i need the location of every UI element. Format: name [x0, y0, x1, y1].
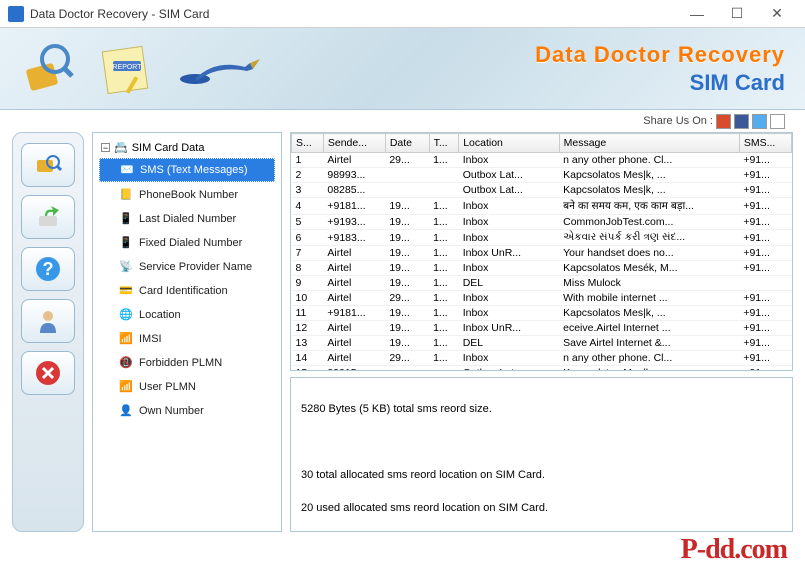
tree-item-icon: 💳: [119, 284, 133, 298]
recover-button[interactable]: [21, 195, 75, 239]
scan-button[interactable]: [21, 143, 75, 187]
tree-item-label: Own Number: [139, 405, 204, 417]
table-row[interactable]: 10Airtel29...1...InboxWith mobile intern…: [292, 291, 792, 306]
table-row[interactable]: 1509015Outbox LatKancsolatos Mes|k+91: [292, 366, 792, 372]
sim-magnifier-icon: [20, 41, 80, 96]
tree-item-2[interactable]: 📱 Last Dialed Number: [99, 208, 275, 230]
brand-subtitle: SIM Card: [535, 70, 785, 96]
tree-panel: − 📇 SIM Card Data ✉️ SMS (Text Messages) 📒…: [92, 132, 282, 532]
tree-root-label: SIM Card Data: [132, 142, 205, 154]
tree-item-8[interactable]: 📵 Forbidden PLMN: [99, 352, 275, 374]
tree-item-9[interactable]: 📶 User PLMN: [99, 376, 275, 398]
tree-item-icon: 📱: [119, 236, 133, 250]
col-header[interactable]: Message: [559, 134, 739, 153]
details-panel: 5280 Bytes (5 KB) total sms reord size. …: [290, 377, 793, 532]
pen-icon: [175, 49, 265, 89]
maximize-button[interactable]: ☐: [717, 0, 757, 28]
table-row[interactable]: 9Airtel19...1...DEL Miss Mulock: [292, 276, 792, 291]
table-row[interactable]: 308285...Outbox Lat...Kapcsolatos Mes|k,…: [292, 183, 792, 198]
details-used: 20 used allocated sms reord location on …: [301, 500, 782, 517]
svg-text:?: ?: [43, 259, 54, 279]
svg-text:REPORT: REPORT: [112, 64, 142, 71]
tree-item-icon: 🌐: [119, 308, 133, 322]
tree-item-icon: 📶: [119, 332, 133, 346]
tree-item-label: Location: [139, 309, 181, 321]
table-row[interactable]: 6+9183...19...1...Inboxએકવાર સંપર્ક કરી …: [292, 230, 792, 246]
app-icon: [8, 6, 24, 22]
facebook-icon[interactable]: [734, 114, 749, 129]
help-button[interactable]: ?: [21, 247, 75, 291]
tree-item-icon: 👤: [119, 404, 133, 418]
sim-icon: 📇: [114, 141, 128, 154]
tree-item-label: Card Identification: [139, 285, 228, 297]
table-row[interactable]: 11+9181...19...1...InboxKapcsolatos Mes|…: [292, 306, 792, 321]
main-area: ? − 📇 SIM Card Data ✉️ SMS (Text Messages…: [0, 132, 805, 532]
table-row[interactable]: 12Airtel19...1...Inbox UnR...eceive.Airt…: [292, 321, 792, 336]
collapse-icon[interactable]: −: [101, 143, 110, 152]
tree-item-7[interactable]: 📶 IMSI: [99, 328, 275, 350]
tree-item-label: PhoneBook Number: [139, 189, 238, 201]
tree-item-10[interactable]: 👤 Own Number: [99, 400, 275, 422]
table-row[interactable]: 7Airtel19...1...Inbox UnR...Your handset…: [292, 246, 792, 261]
share-strip: Share Us On :: [0, 110, 805, 132]
table-row[interactable]: 298993...Outbox Lat...Kapcsolatos Mes|k,…: [292, 168, 792, 183]
tree-item-label: Forbidden PLMN: [139, 357, 222, 369]
tree-item-icon: 📱: [119, 212, 133, 226]
tree-item-icon: 📡: [119, 260, 133, 274]
tree-item-label: User PLMN: [139, 381, 196, 393]
tree-item-label: SMS (Text Messages): [140, 164, 248, 176]
user-button[interactable]: [21, 299, 75, 343]
googleplus-icon[interactable]: [716, 114, 731, 129]
col-header[interactable]: S...: [292, 134, 324, 153]
tree-item-label: Service Provider Name: [139, 261, 252, 273]
tree-item-icon: 📵: [119, 356, 133, 370]
window-title: Data Doctor Recovery - SIM Card: [30, 7, 677, 21]
details-size: 5280 Bytes (5 KB) total sms reord size.: [301, 401, 782, 418]
sms-table[interactable]: S...Sende...DateT...LocationMessageSMS..…: [290, 132, 793, 371]
side-toolbar: ?: [12, 132, 84, 532]
tree-root[interactable]: − 📇 SIM Card Data: [99, 139, 275, 156]
tree-item-label: IMSI: [139, 333, 162, 345]
share-label: Share Us On :: [643, 115, 713, 127]
tree-item-label: Fixed Dialed Number: [139, 237, 242, 249]
col-header[interactable]: Sende...: [323, 134, 385, 153]
tree-item-icon: 📶: [119, 380, 133, 394]
table-row[interactable]: 5+9193...19...1...InboxCommonJobTest.com…: [292, 215, 792, 230]
report-icon: REPORT: [95, 41, 160, 96]
tree-item-6[interactable]: 🌐 Location: [99, 304, 275, 326]
tree-item-label: Last Dialed Number: [139, 213, 236, 225]
banner: REPORT Data Doctor Recovery SIM Card: [0, 28, 805, 110]
table-row[interactable]: 14Airtel29...1...Inboxn any other phone.…: [292, 351, 792, 366]
watermark: P-dd.com: [681, 534, 787, 566]
tree-item-1[interactable]: 📒 PhoneBook Number: [99, 184, 275, 206]
banner-graphics: REPORT: [20, 41, 265, 96]
table-row[interactable]: 1Airtel29...1...Inboxn any other phone. …: [292, 153, 792, 168]
table-row[interactable]: 8Airtel19...1...InboxKapcsolatos Mesék, …: [292, 261, 792, 276]
tree-item-0[interactable]: ✉️ SMS (Text Messages): [99, 158, 275, 182]
col-header[interactable]: SMS...: [739, 134, 791, 153]
close-tool-button[interactable]: [21, 351, 75, 395]
tree-item-icon: ✉️: [120, 163, 134, 177]
col-header[interactable]: Location: [459, 134, 559, 153]
tree-item-3[interactable]: 📱 Fixed Dialed Number: [99, 232, 275, 254]
col-header[interactable]: T...: [429, 134, 459, 153]
share-more-icon[interactable]: [770, 114, 785, 129]
tree-item-5[interactable]: 💳 Card Identification: [99, 280, 275, 302]
close-button[interactable]: ✕: [757, 0, 797, 28]
right-panel: S...Sende...DateT...LocationMessageSMS..…: [290, 132, 793, 532]
tree-item-4[interactable]: 📡 Service Provider Name: [99, 256, 275, 278]
details-total: 30 total allocated sms reord location on…: [301, 467, 782, 484]
col-header[interactable]: Date: [385, 134, 429, 153]
table-row[interactable]: 4+9181...19...1...Inboxबने का समय कम, एक…: [292, 198, 792, 215]
titlebar: Data Doctor Recovery - SIM Card — ☐ ✕: [0, 0, 805, 28]
brand-title: Data Doctor Recovery: [535, 42, 785, 68]
minimize-button[interactable]: —: [677, 0, 717, 28]
brand: Data Doctor Recovery SIM Card: [535, 42, 785, 96]
twitter-icon[interactable]: [752, 114, 767, 129]
tree-item-icon: 📒: [119, 188, 133, 202]
table-row[interactable]: 13Airtel19...1...DELSave Airtel Internet…: [292, 336, 792, 351]
